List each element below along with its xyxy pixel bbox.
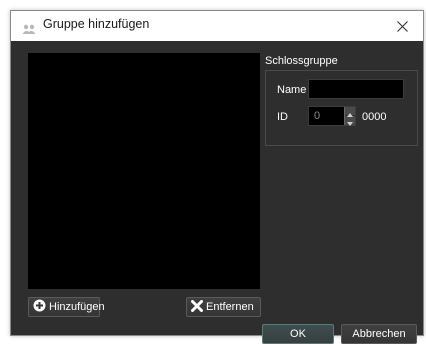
cancel-button-label: Abbrechen [352, 328, 406, 340]
close-button[interactable] [381, 11, 423, 41]
ok-button-label: OK [290, 328, 306, 340]
arrow-down-icon [347, 111, 353, 130]
lock-list-view[interactable] [28, 53, 260, 289]
plus-circle-icon [33, 299, 46, 315]
add-group-dialog: Gruppe hinzufügen Hinzufügen Entfernen S… [10, 10, 424, 344]
title-bar[interactable]: Gruppe hinzufügen [11, 11, 423, 41]
remove-button-label: Entfernen [206, 301, 254, 313]
add-button-label: Hinzufügen [49, 301, 105, 313]
name-input[interactable] [308, 79, 404, 99]
window-title: Gruppe hinzufügen [43, 17, 150, 31]
spin-down-button[interactable] [345, 116, 355, 126]
add-button[interactable]: Hinzufügen [28, 297, 105, 317]
dialog-body: Hinzufügen Entfernen Schlossgruppe Name … [11, 41, 423, 344]
group-title: Schlossgruppe [265, 55, 338, 67]
cancel-button[interactable]: Abbrechen [341, 324, 417, 344]
x-icon [191, 299, 203, 315]
close-icon [396, 17, 408, 36]
group-icon [22, 20, 36, 34]
spin-buttons [344, 107, 355, 126]
id-spinbox[interactable]: 0 [308, 106, 356, 126]
id-hex-value: 0000 [362, 111, 387, 123]
id-value: 0 [314, 110, 321, 122]
remove-button[interactable]: Entfernen [186, 297, 261, 317]
ok-button[interactable]: OK [262, 324, 334, 344]
id-label: ID [277, 111, 288, 123]
name-label: Name [277, 84, 307, 96]
